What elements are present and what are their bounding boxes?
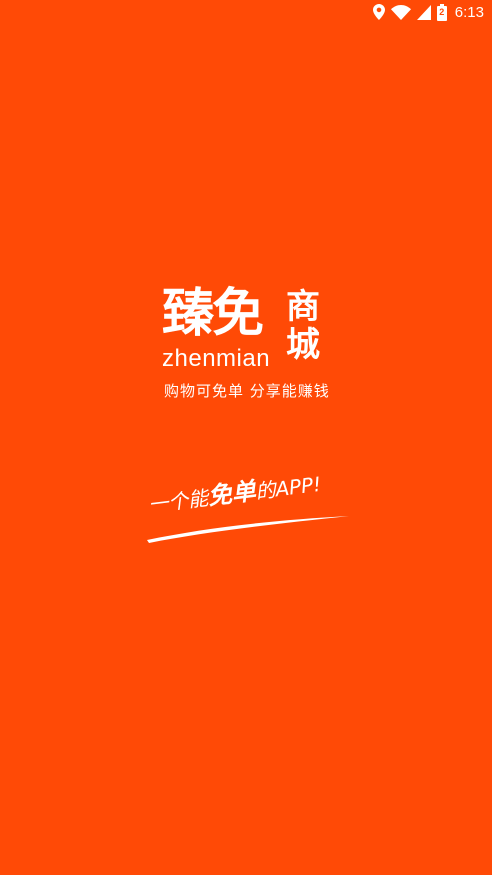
logo-pinyin: zhenmian <box>162 345 271 372</box>
wifi-icon <box>390 4 411 20</box>
status-time: 6:13 <box>454 3 484 21</box>
status-bar: 2 6:13 <box>0 0 492 24</box>
tagline-underline-swoosh <box>147 516 349 543</box>
tagline-part2: 的APP! <box>254 471 323 504</box>
tagline-emphasis: 免单 <box>206 476 258 511</box>
battery-level-label: 2 <box>439 6 445 17</box>
logo-title: 臻免 <box>162 284 264 344</box>
signal-icon <box>416 4 431 20</box>
logo-side-char-1: 商 <box>286 287 320 327</box>
logo-slogan: 购物可免单 分享能赚钱 <box>164 382 330 400</box>
tagline: 一个能免单的APP! <box>140 472 360 548</box>
logo-side-char-2: 城 <box>286 325 320 365</box>
battery-icon: 2 <box>436 3 447 21</box>
app-logo: 臻免 商 城 zhenmian 购物可免单 分享能赚钱 <box>160 286 336 410</box>
logo-side-text: 商 城 <box>286 288 326 364</box>
location-icon <box>372 4 385 20</box>
